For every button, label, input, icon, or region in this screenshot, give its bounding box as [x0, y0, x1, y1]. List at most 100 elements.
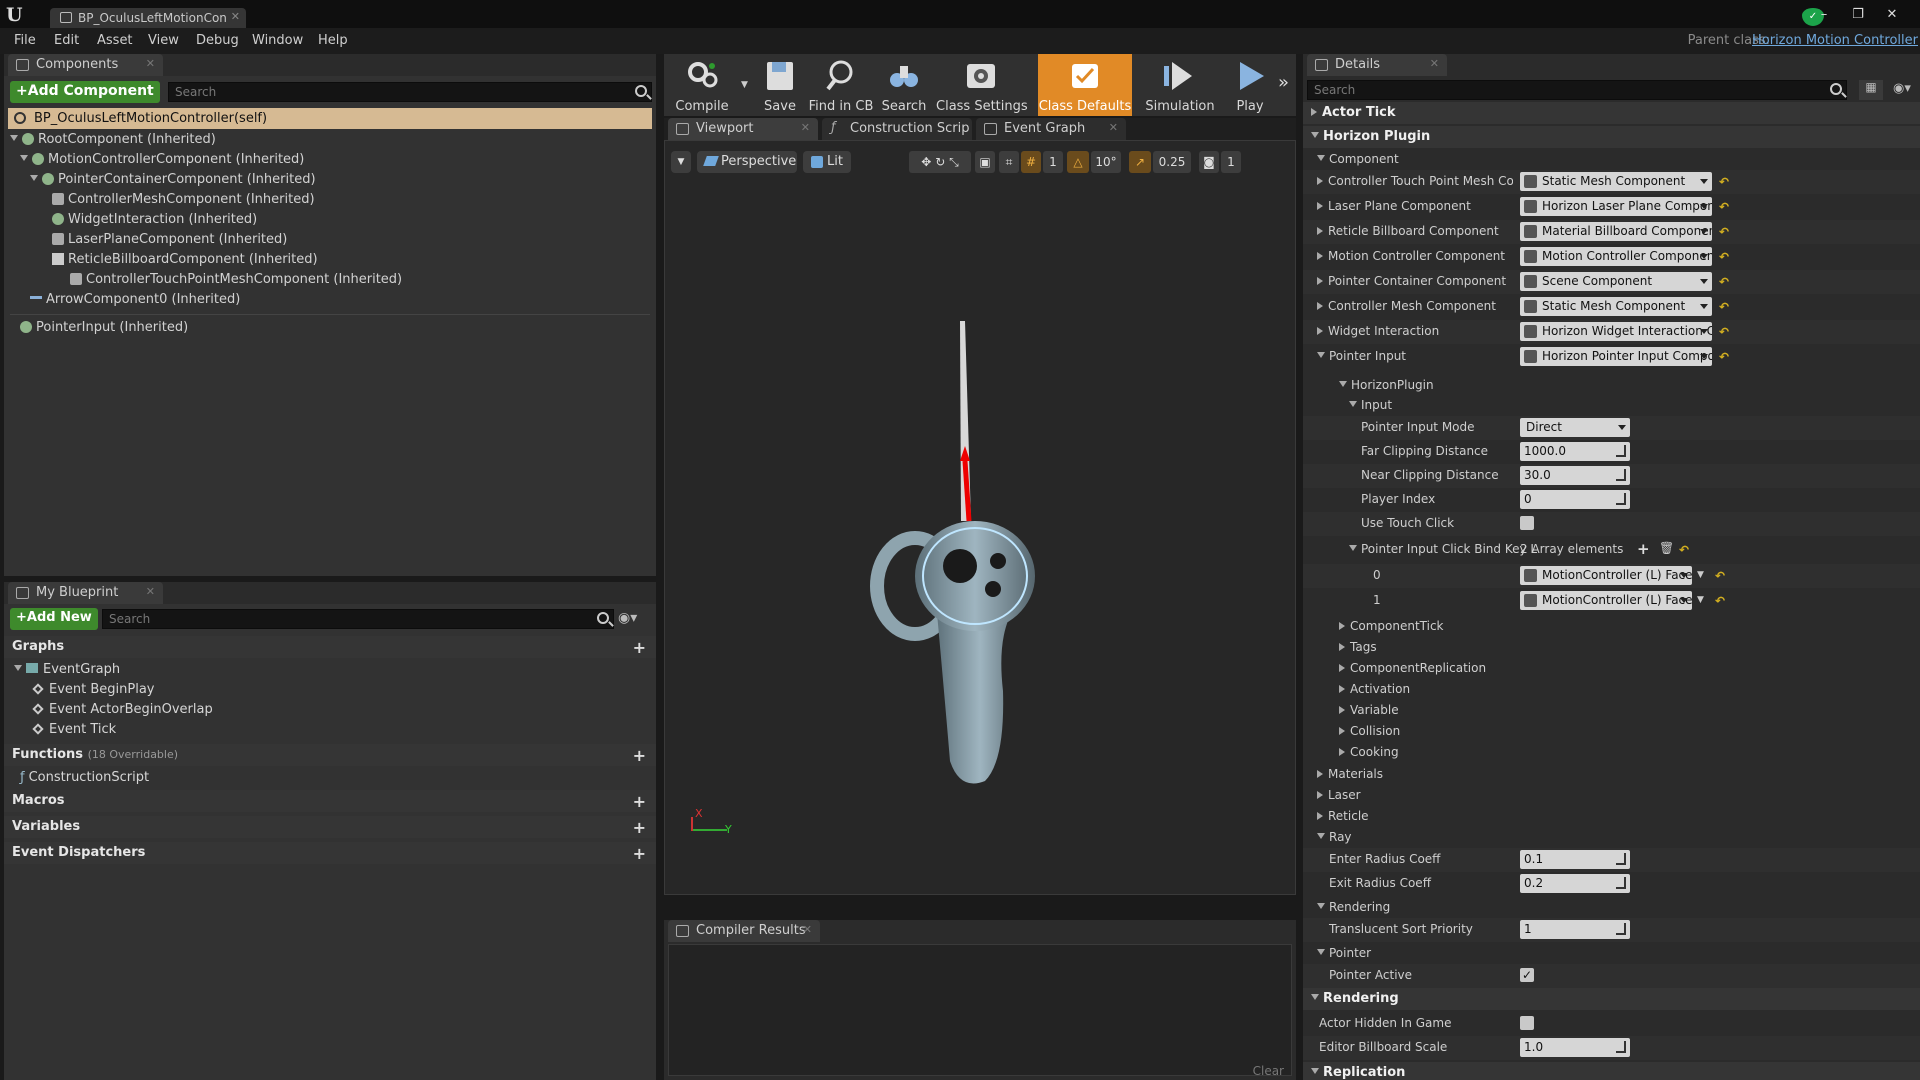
- rotation-snap-dropdown[interactable]: 10°: [1091, 151, 1121, 173]
- surface-snap-toggle[interactable]: ⌗: [999, 151, 1019, 173]
- perspective-button[interactable]: Perspective: [697, 151, 797, 173]
- collapsed-subcategory[interactable]: Collision: [1303, 721, 1920, 742]
- input-subcategory[interactable]: Input: [1303, 394, 1920, 418]
- tree-item-widget-interaction[interactable]: WidgetInteraction (Inherited): [52, 212, 257, 230]
- move-icon[interactable]: ✥: [921, 155, 931, 169]
- component-class-select[interactable]: Static Mesh Component: [1520, 172, 1712, 191]
- event-graph-item[interactable]: EventGraph: [14, 662, 120, 677]
- tab-compiler-results[interactable]: Compiler Results ✕: [668, 920, 820, 942]
- property-matrix-button[interactable]: ▦: [1859, 80, 1883, 100]
- expand-arrow-icon[interactable]: [14, 665, 22, 671]
- rotation-snap-toggle[interactable]: △: [1067, 151, 1089, 173]
- collapsed-subcategory[interactable]: ComponentReplication: [1303, 658, 1920, 679]
- expand-arrow-icon[interactable]: [1349, 545, 1357, 551]
- exit-radius-input[interactable]: 0.2: [1520, 874, 1630, 893]
- component-class-select[interactable]: Scene Component: [1520, 272, 1712, 291]
- macros-section[interactable]: Macros +: [4, 790, 656, 812]
- pointer-input-mode-select[interactable]: Direct: [1520, 418, 1630, 437]
- expand-arrow-icon[interactable]: [30, 175, 38, 181]
- component-class-select[interactable]: Static Mesh Component: [1520, 297, 1712, 316]
- billboard-scale-input[interactable]: 1.0: [1520, 1038, 1630, 1057]
- player-index-input[interactable]: 0: [1520, 490, 1630, 509]
- collapsed-arrow-icon[interactable]: [1317, 302, 1323, 310]
- search-button[interactable]: Search: [876, 54, 932, 116]
- add-macro-button[interactable]: +: [633, 792, 646, 811]
- component-class-select[interactable]: Material Billboard Component: [1520, 222, 1712, 241]
- component-class-select[interactable]: Horizon Laser Plane Component: [1520, 197, 1712, 216]
- parent-class-link[interactable]: Horizon Motion Controller: [1752, 33, 1918, 48]
- add-dispatcher-button[interactable]: +: [633, 844, 646, 863]
- replication-section[interactable]: Replication: [1303, 1062, 1920, 1080]
- menu-window[interactable]: Window: [252, 33, 303, 48]
- element-options-icon[interactable]: ▼: [1697, 595, 1704, 605]
- collapsed-category[interactable]: Materials: [1303, 764, 1920, 785]
- tree-item-reticle-billboard[interactable]: ReticleBillboardComponent (Inherited): [52, 252, 318, 270]
- spinner-icon[interactable]: [1616, 469, 1626, 481]
- component-class-select[interactable]: Motion Controller Component: [1520, 247, 1712, 266]
- close-tab-icon[interactable]: ✕: [146, 585, 155, 598]
- expand-arrow-icon[interactable]: [1317, 352, 1325, 358]
- translucent-sort-input[interactable]: 1: [1520, 920, 1630, 939]
- expand-arrow-icon[interactable]: [10, 135, 18, 141]
- component-category[interactable]: Component: [1303, 148, 1920, 172]
- pointer-active-checkbox[interactable]: ✓: [1520, 968, 1534, 982]
- class-settings-button[interactable]: Class Settings: [936, 54, 1028, 116]
- world-local-toggle[interactable]: ▣: [975, 151, 995, 173]
- reset-to-default-icon[interactable]: ↶: [1719, 325, 1729, 339]
- document-tab[interactable]: BP_OculusLeftMotionCon ✕: [50, 8, 246, 28]
- self-row[interactable]: BP_OculusLeftMotionController(self): [8, 108, 652, 129]
- functions-section[interactable]: Functions (18 Overridable) +: [4, 744, 656, 766]
- lit-button[interactable]: Lit: [803, 151, 851, 173]
- actor-tick-section[interactable]: Actor Tick: [1303, 102, 1920, 124]
- spinner-icon[interactable]: [1616, 1041, 1626, 1053]
- transform-tools[interactable]: ✥ ↻ ⤡: [909, 151, 971, 173]
- collapsed-arrow-icon[interactable]: [1317, 277, 1323, 285]
- rendering-subcategory[interactable]: Rendering: [1303, 896, 1920, 920]
- compile-options-button[interactable]: ▼: [738, 54, 752, 116]
- event-item[interactable]: Event BeginPlay: [32, 682, 155, 697]
- scale-snap-dropdown[interactable]: 0.25: [1153, 151, 1191, 173]
- components-search-input[interactable]: Search: [168, 82, 652, 102]
- tab-construction-script[interactable]: ƒ Construction Scrip: [822, 118, 972, 140]
- viewport[interactable]: ▼ Perspective Lit ✥ ↻ ⤡ ▣ ⌗ # 1 △ 10° ↗ …: [664, 140, 1296, 895]
- bind-key-select[interactable]: MotionController (L) FaceButton2: [1520, 591, 1692, 610]
- eye-icon[interactable]: ◉▾: [1893, 81, 1911, 96]
- reset-to-default-icon[interactable]: ↶: [1719, 300, 1729, 314]
- rotate-icon[interactable]: ↻: [935, 155, 945, 169]
- tab-details[interactable]: Details ✕: [1307, 54, 1447, 76]
- collapsed-arrow-icon[interactable]: [1317, 202, 1323, 210]
- close-tab-icon[interactable]: ✕: [801, 121, 810, 134]
- actor-hidden-checkbox[interactable]: [1520, 1016, 1534, 1030]
- menu-asset[interactable]: Asset: [97, 33, 133, 48]
- spinner-icon[interactable]: [1616, 853, 1626, 865]
- collapsed-category[interactable]: Reticle: [1303, 806, 1920, 827]
- rendering-section[interactable]: Rendering: [1303, 988, 1920, 1010]
- menu-edit[interactable]: Edit: [54, 33, 79, 48]
- reset-to-default-icon[interactable]: ↶: [1719, 275, 1729, 289]
- spinner-icon[interactable]: [1616, 445, 1626, 457]
- tree-item-laser-plane[interactable]: LaserPlaneComponent (Inherited): [52, 232, 287, 250]
- camera-speed-toggle[interactable]: ◙: [1199, 151, 1219, 173]
- horizon-plugin-section[interactable]: Horizon Plugin: [1303, 126, 1920, 148]
- compile-button[interactable]: Compile: [666, 54, 738, 116]
- collapsed-arrow-icon[interactable]: [1317, 327, 1323, 335]
- reset-to-default-icon[interactable]: ↶: [1719, 250, 1729, 264]
- viewport-options-button[interactable]: ▼: [671, 151, 691, 173]
- spinner-icon[interactable]: [1616, 923, 1626, 935]
- expand-arrow-icon[interactable]: [20, 155, 28, 161]
- grid-snap-toggle[interactable]: #: [1021, 151, 1041, 173]
- collapsed-subcategory[interactable]: ComponentTick: [1303, 616, 1920, 637]
- toolbar-overflow-button[interactable]: »: [1276, 54, 1296, 116]
- class-defaults-button[interactable]: Class Defaults: [1038, 54, 1132, 116]
- event-item[interactable]: Event Tick: [32, 722, 116, 737]
- reset-to-default-icon[interactable]: ↶: [1715, 569, 1725, 583]
- enter-radius-input[interactable]: 0.1: [1520, 850, 1630, 869]
- element-options-icon[interactable]: ▼: [1697, 570, 1704, 580]
- tab-components[interactable]: Components ✕: [8, 54, 163, 76]
- grid-size-dropdown[interactable]: 1: [1043, 151, 1063, 173]
- reset-to-default-icon[interactable]: ↶: [1719, 200, 1729, 214]
- event-item[interactable]: Event ActorBeginOverlap: [32, 702, 213, 717]
- reset-to-default-icon[interactable]: ↶: [1715, 594, 1725, 608]
- menu-file[interactable]: File: [14, 33, 36, 48]
- add-component-button[interactable]: +Add Component: [10, 81, 160, 103]
